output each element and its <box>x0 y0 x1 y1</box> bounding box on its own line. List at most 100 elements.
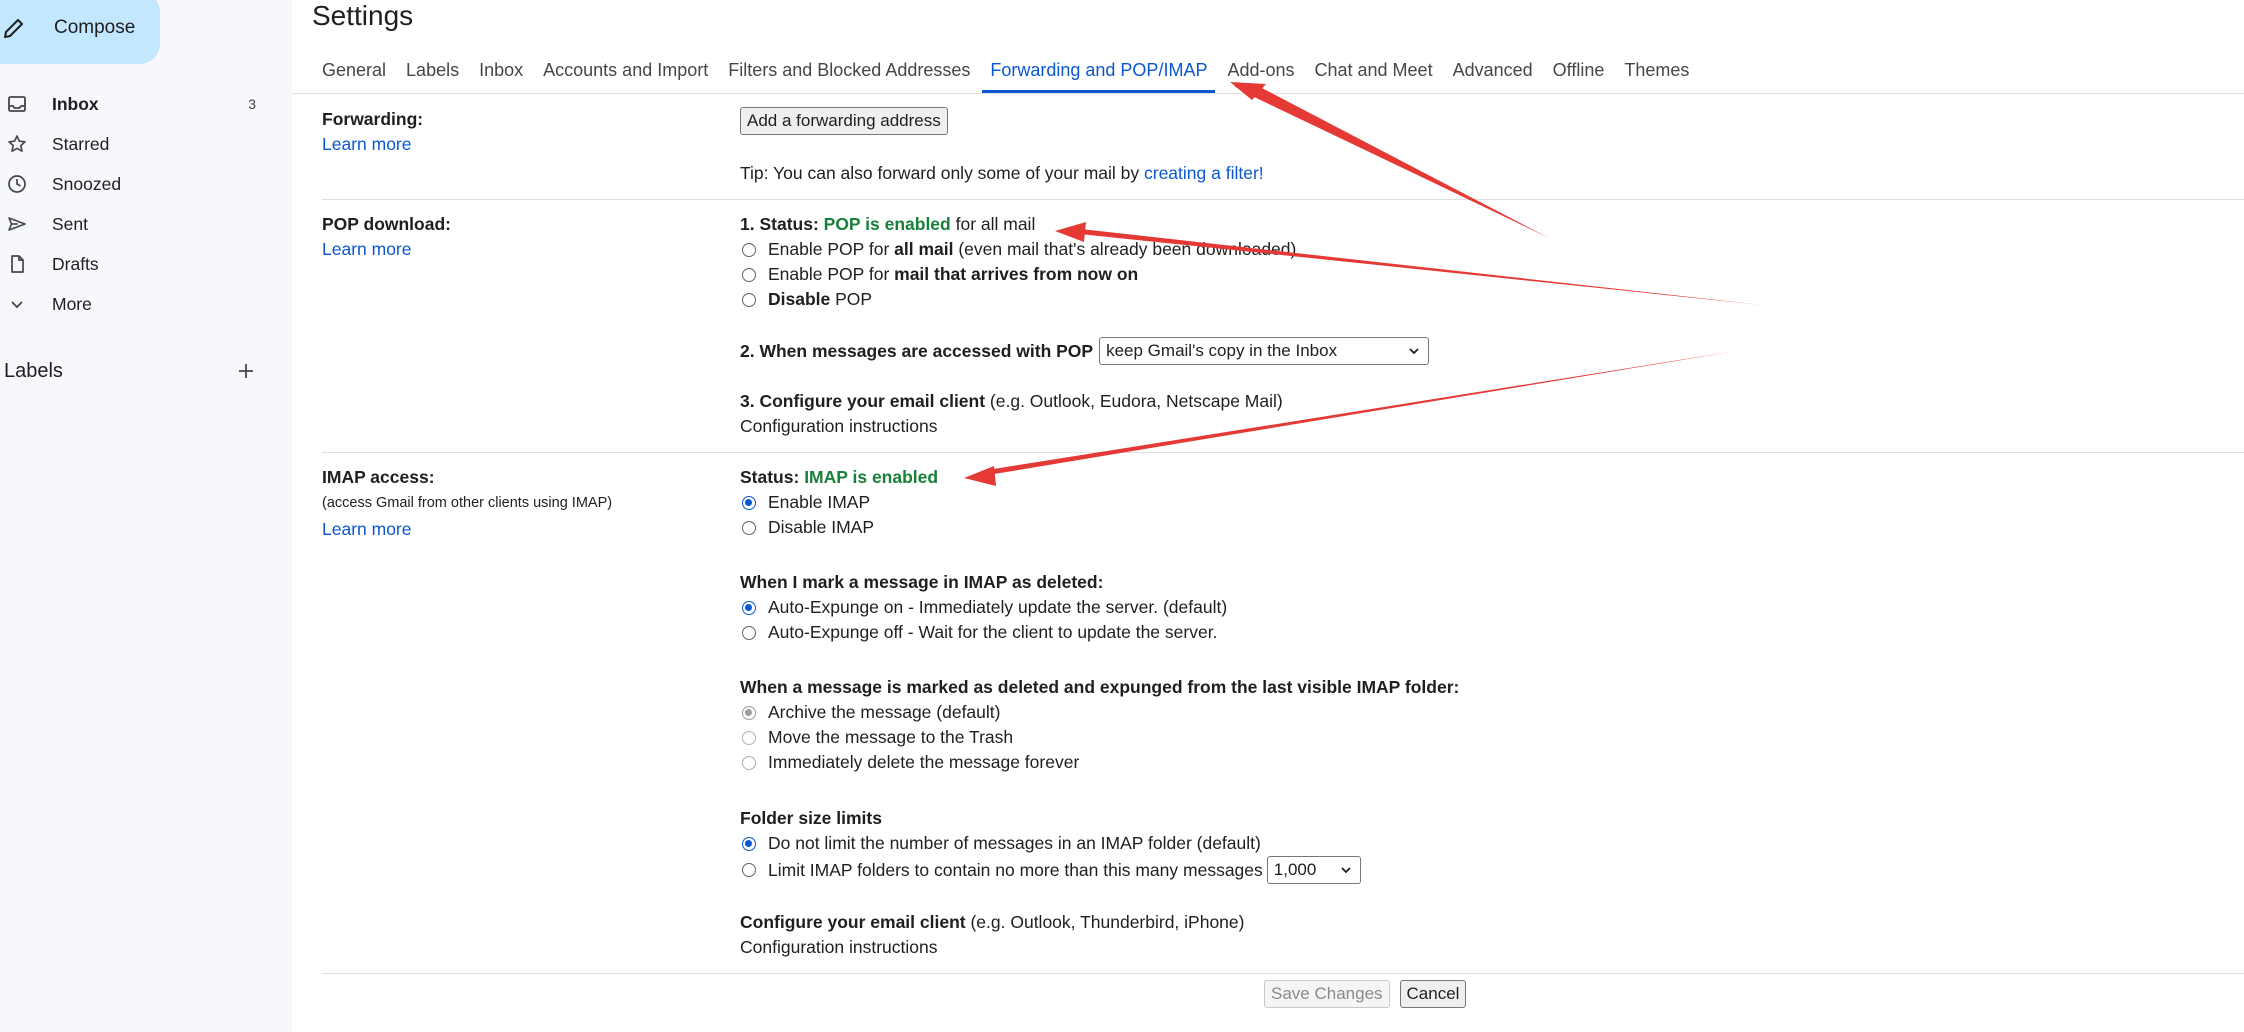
tab-offline[interactable]: Offline <box>1553 56 1605 94</box>
inbox-icon <box>6 93 28 115</box>
imap-configuration-instructions-link[interactable]: Configuration instructions <box>740 937 937 958</box>
tab-forwarding-and-pop-imap[interactable]: Forwarding and POP/IMAP <box>982 56 1216 94</box>
pop-status-value: POP is enabled <box>823 214 951 234</box>
pop-learn-more-link[interactable]: Learn more <box>322 239 412 260</box>
pop-status-suffix: for all mail <box>950 214 1036 234</box>
settings-panel: Settings General Labels Inbox Accounts a… <box>292 0 2244 1032</box>
auto-expunge-on-option[interactable]: Auto-Expunge on - Immediately update the… <box>740 597 1227 618</box>
create-filter-link[interactable]: creating a filter! <box>1144 163 1264 184</box>
enable-imap-radio[interactable] <box>742 495 756 510</box>
pop-access-label: 2. When messages are accessed with POP <box>740 340 1094 361</box>
move-to-trash-radio[interactable] <box>742 730 756 745</box>
add-forwarding-address-button[interactable]: Add a forwarding address <box>740 107 948 135</box>
folder-limit-select[interactable]: 1,000 <box>1266 856 1361 884</box>
select-value: 1,000 <box>1273 860 1317 879</box>
tab-general[interactable]: General <box>322 56 386 94</box>
move-to-trash-option[interactable]: Move the message to the Trash <box>740 727 1013 748</box>
option-text: Enable IMAP <box>768 492 871 512</box>
disable-imap-radio[interactable] <box>742 520 756 535</box>
divider <box>292 93 2244 94</box>
pop-configuration-instructions-link[interactable]: Configuration instructions <box>740 416 937 437</box>
auto-expunge-on-radio[interactable] <box>742 600 756 615</box>
no-folder-limit-radio[interactable] <box>742 836 756 851</box>
cancel-button[interactable]: Cancel <box>1399 980 1467 1008</box>
auto-expunge-off-option[interactable]: Auto-Expunge off - Wait for the client t… <box>740 622 1217 643</box>
tab-inbox[interactable]: Inbox <box>479 56 523 94</box>
page-title: Settings <box>312 0 414 31</box>
imap-enable-option[interactable]: Enable IMAP <box>740 492 870 513</box>
unread-count: 3 <box>248 96 256 112</box>
chevron-down-icon <box>6 293 28 315</box>
sidebar-item-more[interactable]: More <box>0 284 270 324</box>
auto-expunge-off-radio[interactable] <box>742 625 756 640</box>
clock-icon <box>6 173 28 195</box>
pop-download-label: POP download: <box>322 214 451 234</box>
option-text: Enable POP for <box>768 239 895 259</box>
file-icon <box>6 253 28 275</box>
sidebar-item-label: Drafts <box>52 253 99 274</box>
chevron-down-icon <box>1340 863 1354 877</box>
archive-message-radio[interactable] <box>742 705 756 720</box>
limit-folder-radio[interactable] <box>742 863 756 877</box>
option-text: Auto-Expunge off - Wait for the client t… <box>768 622 1218 642</box>
divider <box>322 452 2244 453</box>
pop-status: 1. Status: POP is enabled for all mail <box>740 214 1035 235</box>
pop-access-row: 2. When messages are accessed with POP k… <box>740 337 1430 365</box>
pop-option-all-mail[interactable]: Enable POP for all mail (even mail that'… <box>740 239 1296 260</box>
sidebar: Compose Inbox 3 Starred Snoozed Sent Dra… <box>0 0 292 1032</box>
form-actions: Save Changes Cancel <box>1264 980 1476 1008</box>
delete-forever-option[interactable]: Immediately delete the message forever <box>740 752 1079 773</box>
sidebar-item-starred[interactable]: Starred <box>0 124 270 164</box>
option-text: Archive the message (default) <box>768 702 1001 722</box>
pop-all-mail-radio[interactable] <box>742 242 756 257</box>
pop-from-now-radio[interactable] <box>742 267 756 282</box>
pop-option-from-now-on[interactable]: Enable POP for mail that arrives from no… <box>740 264 1138 285</box>
sidebar-item-snoozed[interactable]: Snoozed <box>0 164 270 204</box>
sidebar-item-label: Inbox <box>52 93 99 114</box>
star-icon <box>6 133 28 155</box>
sidebar-item-inbox[interactable]: Inbox 3 <box>0 84 270 124</box>
imap-status-value: IMAP is enabled <box>804 467 939 487</box>
tab-themes[interactable]: Themes <box>1624 56 1689 94</box>
option-text: Limit IMAP folders to contain no more th… <box>768 859 1263 880</box>
sidebar-item-drafts[interactable]: Drafts <box>0 244 270 284</box>
pencil-icon <box>2 14 30 42</box>
tab-add-ons[interactable]: Add-ons <box>1227 56 1294 94</box>
compose-button[interactable]: Compose <box>0 0 160 64</box>
option-bold-text: all mail <box>894 239 954 259</box>
forwarding-actions: Add a forwarding address <box>740 107 948 135</box>
limit-folder-option[interactable]: Limit IMAP folders to contain no more th… <box>740 856 1361 884</box>
imap-disable-option[interactable]: Disable IMAP <box>740 517 874 538</box>
tab-filters-and-blocked-addresses[interactable]: Filters and Blocked Addresses <box>728 56 970 94</box>
imap-status-prefix: Status: <box>740 467 805 487</box>
imap-configure-row: Configure your email client (e.g. Outloo… <box>740 912 1244 933</box>
pop-access-select[interactable]: keep Gmail's copy in the Inbox <box>1099 337 1430 365</box>
pop-disable-radio[interactable] <box>742 292 756 307</box>
save-changes-button[interactable]: Save Changes <box>1264 980 1390 1008</box>
option-bold-text: Disable <box>768 289 831 309</box>
labels-header: Labels <box>4 357 260 385</box>
sidebar-item-label: Starred <box>52 133 110 154</box>
forwarding-tip: Tip: You can also forward only some of y… <box>740 163 1264 184</box>
pop-configure-hint: (e.g. Outlook, Eudora, Netscape Mail) <box>985 391 1283 411</box>
labels-title: Labels <box>4 359 63 382</box>
option-bold-text: mail that arrives from now on <box>894 264 1139 284</box>
tab-labels[interactable]: Labels <box>406 56 459 94</box>
tab-accounts-and-import[interactable]: Accounts and Import <box>543 56 708 94</box>
sidebar-item-sent[interactable]: Sent <box>0 204 270 244</box>
imap-configure-hint: (e.g. Outlook, Thunderbird, iPhone) <box>965 912 1245 932</box>
no-folder-limit-option[interactable]: Do not limit the number of messages in a… <box>740 833 1261 854</box>
heading-text: When I mark a message in IMAP as deleted… <box>740 572 1104 592</box>
delete-forever-radio[interactable] <box>742 755 756 770</box>
imap-learn-more-link[interactable]: Learn more <box>322 519 412 540</box>
tab-chat-and-meet[interactable]: Chat and Meet <box>1315 56 1433 94</box>
add-label-icon[interactable] <box>232 357 260 385</box>
tab-advanced[interactable]: Advanced <box>1453 56 1533 94</box>
sidebar-nav: Inbox 3 Starred Snoozed Sent Drafts More <box>0 84 270 324</box>
forwarding-learn-more-link[interactable]: Learn more <box>322 134 412 155</box>
archive-message-option[interactable]: Archive the message (default) <box>740 702 1000 723</box>
folder-size-heading: Folder size limits <box>740 808 882 829</box>
forwarding-label: Forwarding: <box>322 109 424 129</box>
pop-option-disable[interactable]: Disable POP <box>740 289 872 310</box>
pop-configure-row: 3. Configure your email client (e.g. Out… <box>740 391 1283 412</box>
